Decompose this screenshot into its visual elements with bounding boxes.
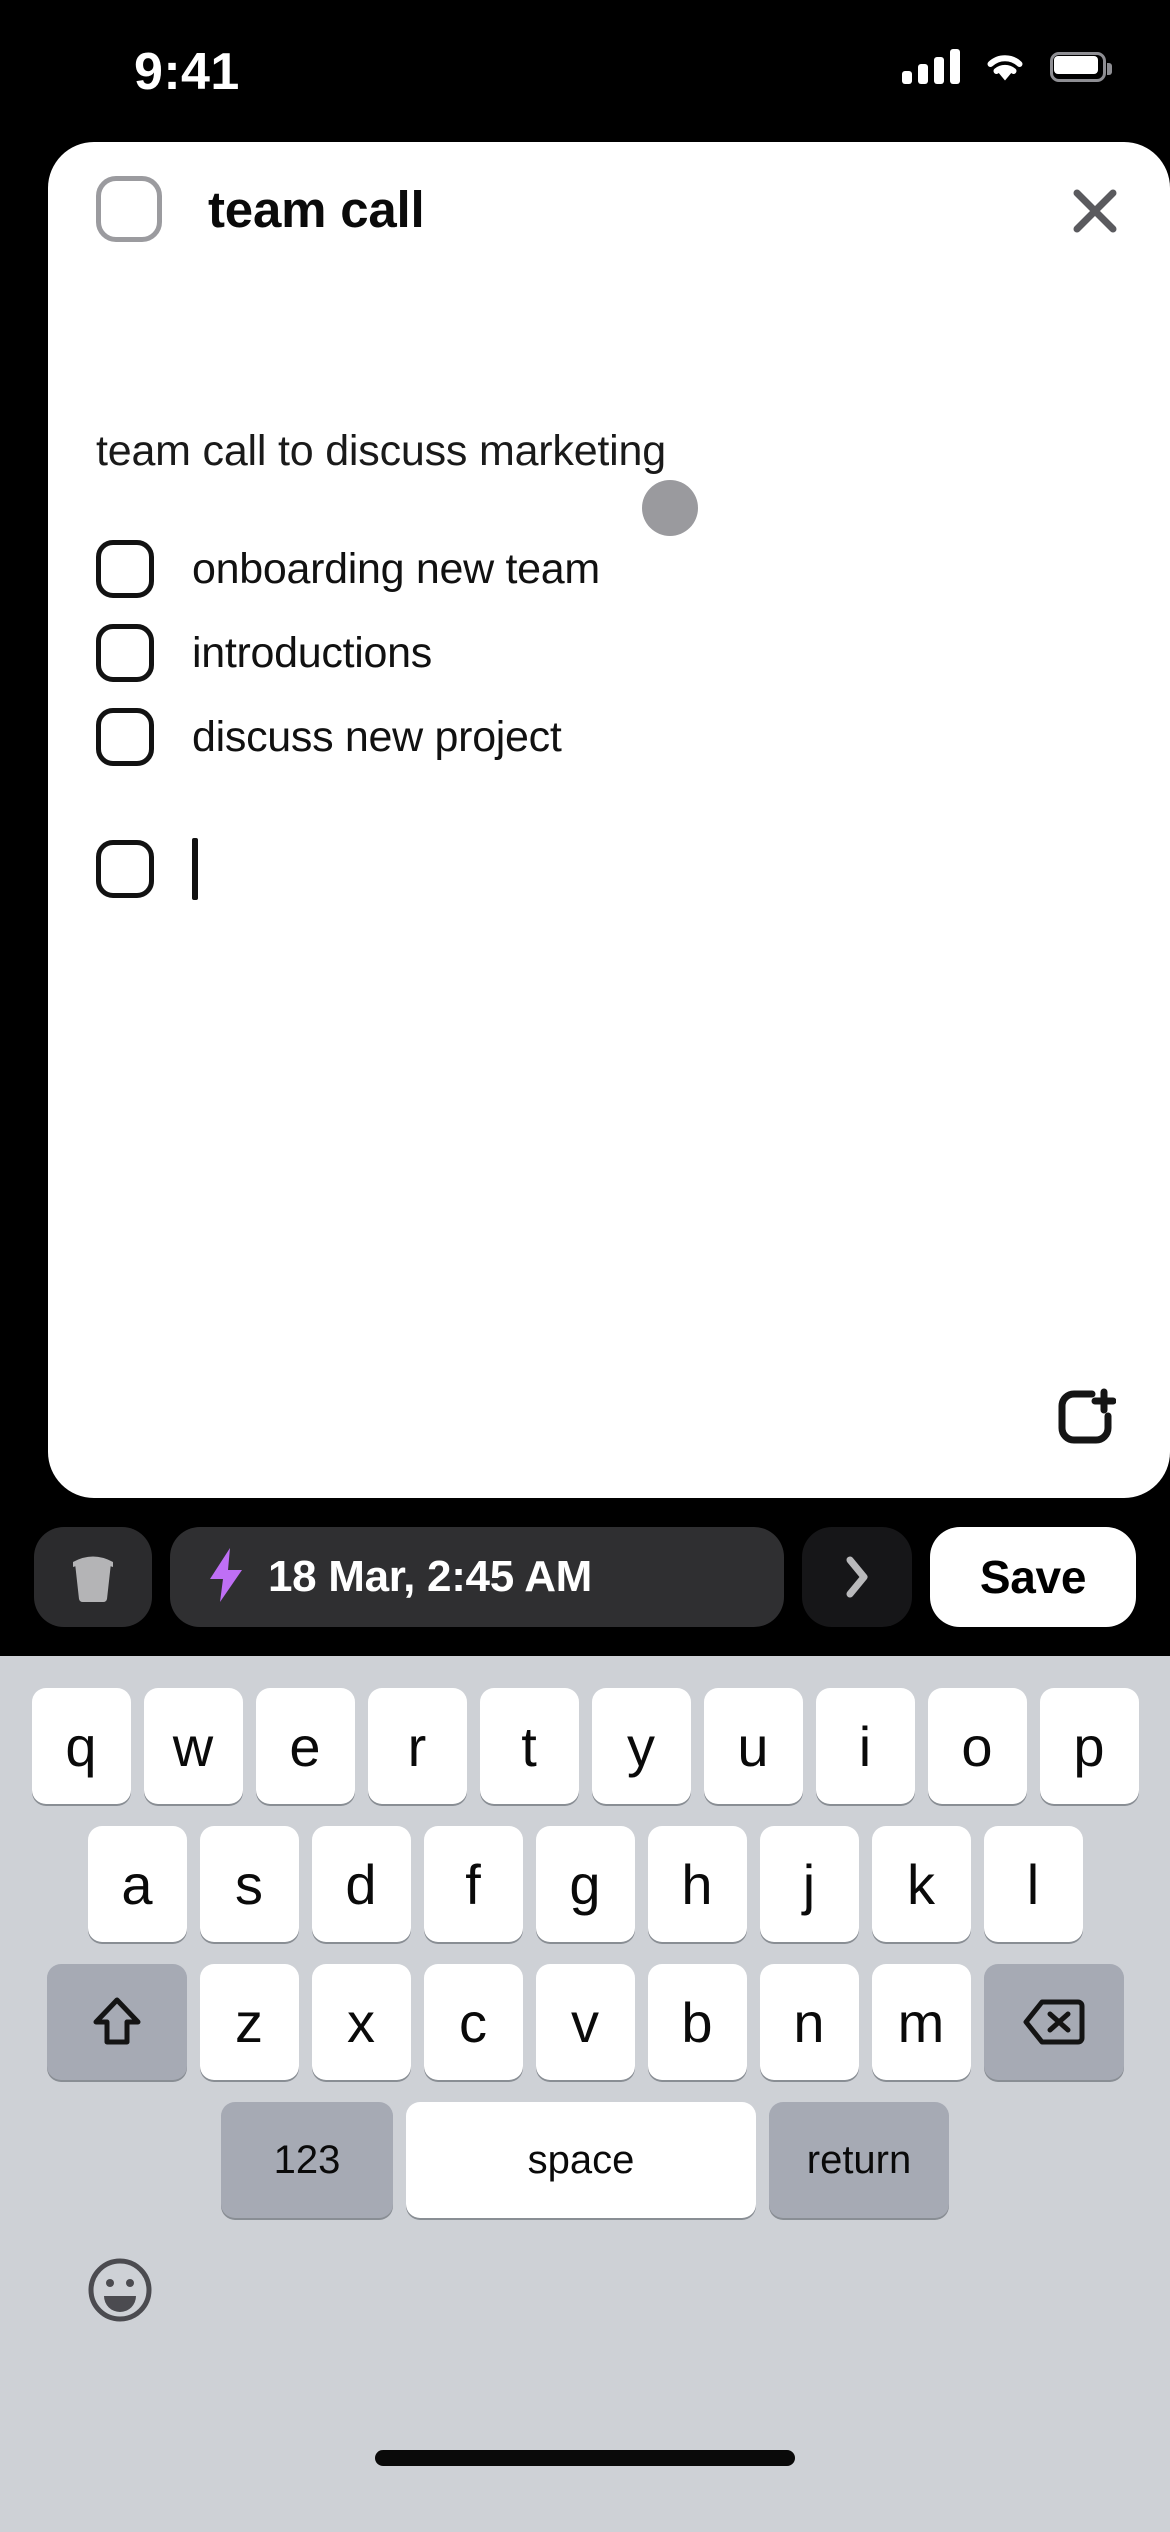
- list-item[interactable]: onboarding new team: [96, 527, 1116, 611]
- key-t[interactable]: t: [479, 1688, 579, 1804]
- on-screen-keyboard: q w e r t y u i o p a s d f g h j k l z …: [0, 1656, 1170, 2532]
- close-icon[interactable]: [1056, 172, 1134, 250]
- checklist-item-checkbox[interactable]: [96, 540, 154, 598]
- key-o[interactable]: o: [927, 1688, 1027, 1804]
- key-f[interactable]: f: [423, 1826, 523, 1942]
- key-y[interactable]: y: [591, 1688, 691, 1804]
- checklist-item-checkbox[interactable]: [96, 840, 154, 898]
- list-item[interactable]: discuss new project: [96, 695, 1116, 779]
- key-e[interactable]: e: [255, 1688, 355, 1804]
- reminder-date-button[interactable]: 18 Mar, 2:45 AM: [170, 1527, 784, 1627]
- keyboard-bottom-bar: [0, 2218, 1170, 2368]
- note-description[interactable]: team call to discuss marketing: [96, 427, 666, 476]
- backspace-icon[interactable]: [983, 1964, 1124, 2080]
- status-bar-time: 9:41: [134, 43, 240, 101]
- checklist-item-checkbox[interactable]: [96, 624, 154, 682]
- key-x[interactable]: x: [311, 1964, 411, 2080]
- key-k[interactable]: k: [871, 1826, 971, 1942]
- checklist-item-label[interactable]: discuss new project: [192, 713, 562, 762]
- key-a[interactable]: a: [87, 1826, 187, 1942]
- add-checklist-item-icon[interactable]: [1040, 1372, 1130, 1462]
- list-item[interactable]: introductions: [96, 611, 1116, 695]
- key-w[interactable]: w: [143, 1688, 243, 1804]
- lightning-bolt-icon: [206, 1546, 246, 1609]
- shift-icon[interactable]: [46, 1964, 187, 2080]
- numbers-key[interactable]: 123: [221, 2102, 393, 2218]
- checklist-item-label[interactable]: onboarding new team: [192, 545, 600, 594]
- wifi-icon: [982, 48, 1028, 84]
- checklist-item-checkbox[interactable]: [96, 708, 154, 766]
- key-m[interactable]: m: [871, 1964, 971, 2080]
- checklist: onboarding new team introductions discus…: [96, 527, 1116, 911]
- home-indicator: [375, 2450, 795, 2466]
- note-title[interactable]: team call: [208, 180, 425, 239]
- key-q[interactable]: q: [31, 1688, 131, 1804]
- key-h[interactable]: h: [647, 1826, 747, 1942]
- note-toolbar: 18 Mar, 2:45 AM Save: [0, 1498, 1170, 1656]
- status-bar-icons: [902, 48, 1112, 84]
- text-caret: [192, 838, 198, 900]
- key-c[interactable]: c: [423, 1964, 523, 2080]
- key-b[interactable]: b: [647, 1964, 747, 2080]
- key-r[interactable]: r: [367, 1688, 467, 1804]
- keyboard-row-2: a s d f g h j k l: [0, 1804, 1170, 1942]
- key-l[interactable]: l: [983, 1826, 1083, 1942]
- chevron-right-icon[interactable]: [802, 1527, 912, 1627]
- key-z[interactable]: z: [199, 1964, 299, 2080]
- keyboard-row-1: q w e r t y u i o p: [0, 1656, 1170, 1804]
- trash-icon[interactable]: [34, 1527, 152, 1627]
- note-title-checkbox[interactable]: [96, 176, 162, 242]
- save-button[interactable]: Save: [930, 1527, 1136, 1627]
- save-button-label: Save: [979, 1551, 1087, 1603]
- key-s[interactable]: s: [199, 1826, 299, 1942]
- status-bar: 9:41: [0, 0, 1170, 140]
- key-i[interactable]: i: [815, 1688, 915, 1804]
- return-key[interactable]: return: [769, 2102, 949, 2218]
- checklist-item-label[interactable]: introductions: [192, 629, 432, 678]
- cellular-signal-icon: [902, 48, 960, 84]
- keyboard-row-4: 123 space return: [0, 2080, 1170, 2218]
- key-u[interactable]: u: [703, 1688, 803, 1804]
- battery-icon: [1050, 52, 1112, 84]
- key-j[interactable]: j: [759, 1826, 859, 1942]
- space-key[interactable]: space: [406, 2102, 756, 2218]
- reminder-date-text: 18 Mar, 2:45 AM: [268, 1552, 593, 1601]
- note-card-header: team call: [48, 142, 1170, 272]
- key-d[interactable]: d: [311, 1826, 411, 1942]
- emoji-icon[interactable]: [78, 2248, 162, 2332]
- key-n[interactable]: n: [759, 1964, 859, 2080]
- list-item-new[interactable]: [96, 827, 1116, 911]
- note-card: team call team call to discuss marketing…: [48, 142, 1170, 1498]
- key-g[interactable]: g: [535, 1826, 635, 1942]
- key-v[interactable]: v: [535, 1964, 635, 2080]
- phone-screen: 9:41 team call team call to discuss mark…: [0, 0, 1170, 2532]
- key-p[interactable]: p: [1039, 1688, 1139, 1804]
- keyboard-row-3: z x c v b n m: [0, 1942, 1170, 2080]
- touch-indicator: [642, 480, 698, 536]
